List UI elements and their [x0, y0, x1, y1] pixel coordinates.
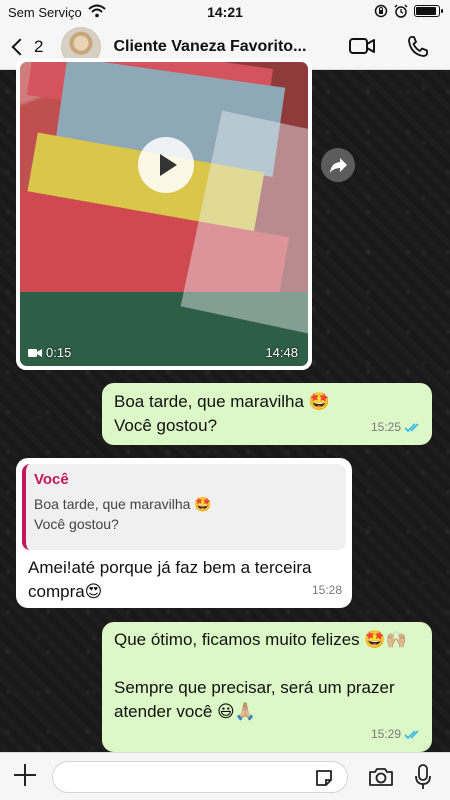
unread-count: 2 — [34, 36, 44, 56]
video-call-icon[interactable] — [348, 34, 376, 58]
back-chevron-icon — [11, 38, 29, 55]
video-duration-label: 0:15 — [46, 345, 72, 360]
outgoing-message[interactable]: Que ótimo, ficamos muito felizes 🤩🙌🏼 Sem… — [102, 622, 432, 752]
video-camera-icon — [28, 348, 42, 357]
sticker-icon[interactable] — [314, 768, 334, 788]
message-meta: 15:25 — [371, 415, 422, 439]
play-icon[interactable] — [138, 137, 194, 193]
phone-icon[interactable] — [404, 34, 432, 58]
camera-icon[interactable] — [368, 766, 394, 788]
contact-name[interactable]: Cliente Vaneza Favorito... — [113, 38, 328, 56]
quote-author: Você — [34, 471, 69, 488]
mic-icon[interactable] — [414, 764, 432, 790]
forward-icon — [330, 158, 347, 173]
message-text: Amei!até porque já faz bem a terceira co… — [28, 558, 312, 601]
plus-icon[interactable] — [14, 764, 36, 786]
alarm-icon — [394, 4, 408, 18]
forward-button[interactable] — [321, 148, 355, 182]
orientation-lock-icon — [374, 4, 388, 18]
back-button[interactable]: 2 — [10, 37, 43, 57]
video-message[interactable]: 0:15 14:48 — [16, 58, 312, 370]
read-ticks-icon — [404, 422, 419, 432]
quoted-message[interactable]: Você Boa tarde, que maravilha 🤩 Você gos… — [22, 464, 346, 550]
quote-text: Boa tarde, que maravilha 🤩 Você gostou? — [34, 496, 212, 532]
status-indicators — [374, 4, 443, 18]
video-duration: 0:15 — [28, 345, 71, 360]
message-meta: 15:28 — [312, 578, 342, 602]
status-bar: Sem Serviço 14:21 — [0, 0, 450, 24]
read-ticks-icon — [404, 729, 419, 739]
message-time: 15:25 — [370, 420, 401, 434]
message-time: 14:48 — [265, 345, 298, 360]
battery-icon — [414, 5, 443, 17]
incoming-message[interactable]: Você Boa tarde, que maravilha 🤩 Você gos… — [16, 458, 352, 608]
message-time: 15:28 — [311, 583, 342, 597]
message-input[interactable] — [52, 761, 348, 793]
message-meta: 15:29 — [371, 722, 422, 746]
message-time: 15:29 — [370, 727, 401, 741]
message-input-bar — [0, 752, 450, 800]
outgoing-message[interactable]: Boa tarde, que maravilha 🤩 Você gostou? … — [102, 383, 432, 445]
video-thumbnail[interactable]: 0:15 14:48 — [20, 62, 308, 366]
message-text: Que ótimo, ficamos muito felizes 🤩🙌🏼 Sem… — [114, 630, 407, 721]
